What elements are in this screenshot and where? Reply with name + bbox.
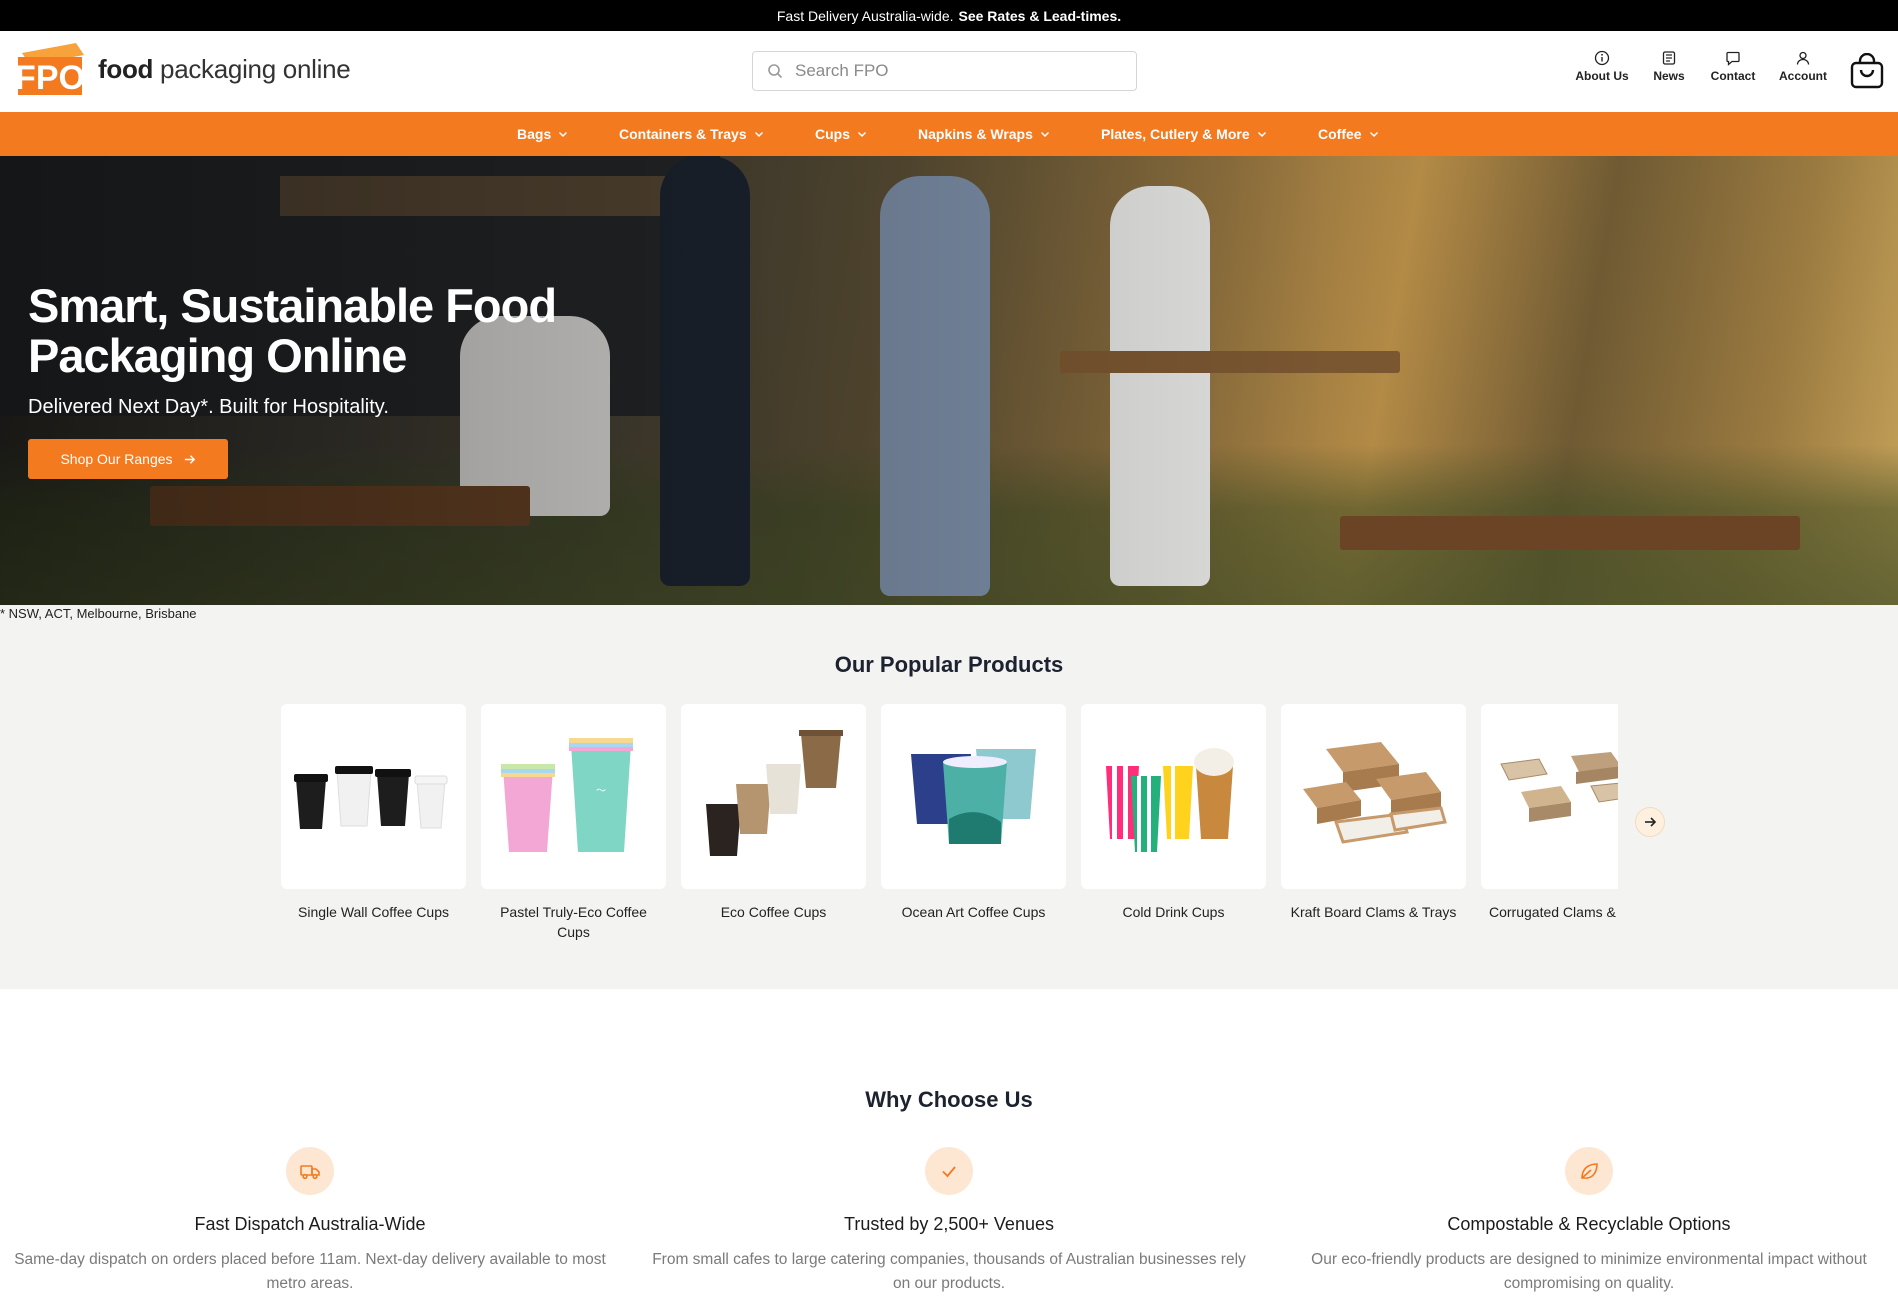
truck-icon <box>300 1165 320 1180</box>
svg-text:〜: 〜 <box>596 786 606 797</box>
product-item[interactable]: Eco Coffee Cups <box>681 704 866 922</box>
nav-coffee[interactable]: Coffee <box>1318 112 1379 156</box>
feature-icon-wrap <box>286 1147 334 1195</box>
product-image[interactable] <box>281 704 466 889</box>
product-name[interactable]: Pastel Truly-Eco Coffee Cups <box>481 902 666 942</box>
shop-ranges-button[interactable]: Shop Our Ranges <box>28 439 228 479</box>
site-header: FPO food packaging online About Us News … <box>0 31 1898 112</box>
popular-products-section: * NSW, ACT, Melbourne, Brisbane Our Popu… <box>0 605 1898 989</box>
feature-title: Compostable & Recyclable Options <box>1447 1214 1731 1234</box>
announcement-bar: Fast Delivery Australia-wide. See Rates … <box>0 0 1898 31</box>
main-nav: Bags Containers & Trays Cups Napkins & W… <box>0 112 1898 156</box>
product-image[interactable]: 〜 <box>481 704 666 889</box>
chevron-down-icon <box>1040 131 1049 138</box>
carousel-next-button[interactable] <box>1635 807 1665 837</box>
search-input[interactable] <box>795 61 1115 81</box>
feature-description: From small cafes to large catering compa… <box>652 1251 1246 1292</box>
popular-title: Our Popular Products <box>834 652 1064 677</box>
fpo-logo-mark: FPO <box>14 39 90 99</box>
hero-banner: Smart, Sustainable Food Packaging Online… <box>0 156 1898 605</box>
product-image[interactable] <box>681 704 866 889</box>
rates-link[interactable]: See Rates & Lead-times. <box>959 8 1122 24</box>
feature-eco: Compostable & Recyclable Options Our eco… <box>1289 1147 1889 1296</box>
product-image[interactable] <box>881 704 1066 889</box>
chevron-down-icon <box>754 131 763 138</box>
chevron-down-icon <box>1257 131 1266 138</box>
nav-containers-trays[interactable]: Containers & Trays <box>619 112 764 156</box>
product-item[interactable]: Cold Drink Cups <box>1081 704 1266 922</box>
product-item[interactable]: 〜 Pastel Truly-Eco Coffee Cups <box>481 704 666 942</box>
nav-bags[interactable]: Bags <box>517 112 568 156</box>
cart-button[interactable] <box>1850 52 1884 89</box>
user-icon <box>1796 51 1810 65</box>
product-name[interactable]: Eco Coffee Cups <box>681 902 866 922</box>
product-image[interactable] <box>1081 704 1266 889</box>
product-item[interactable]: Kraft Board Clams & Trays <box>1281 704 1466 922</box>
product-name[interactable]: Single Wall Coffee Cups <box>281 902 466 922</box>
search-box <box>752 51 1137 91</box>
news-link[interactable]: News <box>1650 50 1688 83</box>
news-icon <box>1662 51 1676 65</box>
utility-links: About Us News Contact Account <box>1566 50 1830 83</box>
product-image[interactable] <box>1481 704 1618 889</box>
hero-footnote: * NSW, ACT, Melbourne, Brisbane <box>0 606 197 621</box>
product-name[interactable]: Ocean Art Coffee Cups <box>881 902 1066 922</box>
product-item[interactable]: Single Wall Coffee Cups <box>281 704 466 922</box>
arrow-right-icon <box>184 454 195 464</box>
product-carousel: Single Wall Coffee Cups 〜 Pastel Truly-E… <box>281 704 1618 964</box>
product-name[interactable]: Corrugated Clams & Trays <box>1481 902 1618 922</box>
shopping-bag-icon <box>1850 52 1884 89</box>
feature-description: Same-day dispatch on orders placed befor… <box>14 1251 606 1292</box>
chevron-down-icon <box>1369 131 1378 138</box>
chat-icon <box>1726 51 1740 66</box>
leaf-icon <box>1581 1163 1598 1179</box>
feature-description: Our eco-friendly products are designed t… <box>1311 1251 1867 1292</box>
product-item[interactable]: Corrugated Clams & Trays <box>1481 704 1618 922</box>
chevron-down-icon <box>857 131 867 138</box>
about-us-link[interactable]: About Us <box>1566 50 1638 83</box>
search-icon <box>768 64 783 79</box>
nav-cups[interactable]: Cups <box>815 112 867 156</box>
nav-napkins-wraps[interactable]: Napkins & Wraps <box>918 112 1050 156</box>
feature-icon-wrap <box>1565 1147 1613 1195</box>
why-choose-us-title: Why Choose Us <box>865 1087 1033 1112</box>
product-item[interactable]: Ocean Art Coffee Cups <box>881 704 1066 922</box>
arrow-right-icon <box>1645 817 1657 827</box>
nav-plates-cutlery[interactable]: Plates, Cutlery & More <box>1101 112 1267 156</box>
hero-title: Smart, Sustainable Food Packaging Online <box>28 279 557 382</box>
feature-fast-dispatch: Fast Dispatch Australia-Wide Same-day di… <box>10 1147 610 1296</box>
product-name[interactable]: Kraft Board Clams & Trays <box>1281 902 1466 922</box>
contact-link[interactable]: Contact <box>1708 50 1758 83</box>
announcement-text: Fast Delivery Australia-wide. <box>776 7 954 24</box>
feature-icon-wrap <box>925 1147 973 1195</box>
svg-text:FPO: FPO <box>15 59 85 97</box>
hero-subtitle: Delivered Next Day*. Built for Hospitali… <box>28 396 389 418</box>
chevron-down-icon <box>559 131 568 138</box>
feature-trusted: Trusted by 2,500+ Venues From small cafe… <box>649 1147 1249 1296</box>
logo-wordmark: food packaging online <box>98 53 351 84</box>
feature-title: Fast Dispatch Australia-Wide <box>194 1214 426 1234</box>
logo[interactable]: FPO food packaging online <box>14 39 351 99</box>
product-name[interactable]: Cold Drink Cups <box>1081 902 1266 922</box>
info-icon <box>1594 50 1610 66</box>
feature-title: Trusted by 2,500+ Venues <box>844 1214 1054 1234</box>
account-link[interactable]: Account <box>1776 50 1830 83</box>
product-image[interactable] <box>1281 704 1466 889</box>
check-icon <box>942 1166 956 1178</box>
